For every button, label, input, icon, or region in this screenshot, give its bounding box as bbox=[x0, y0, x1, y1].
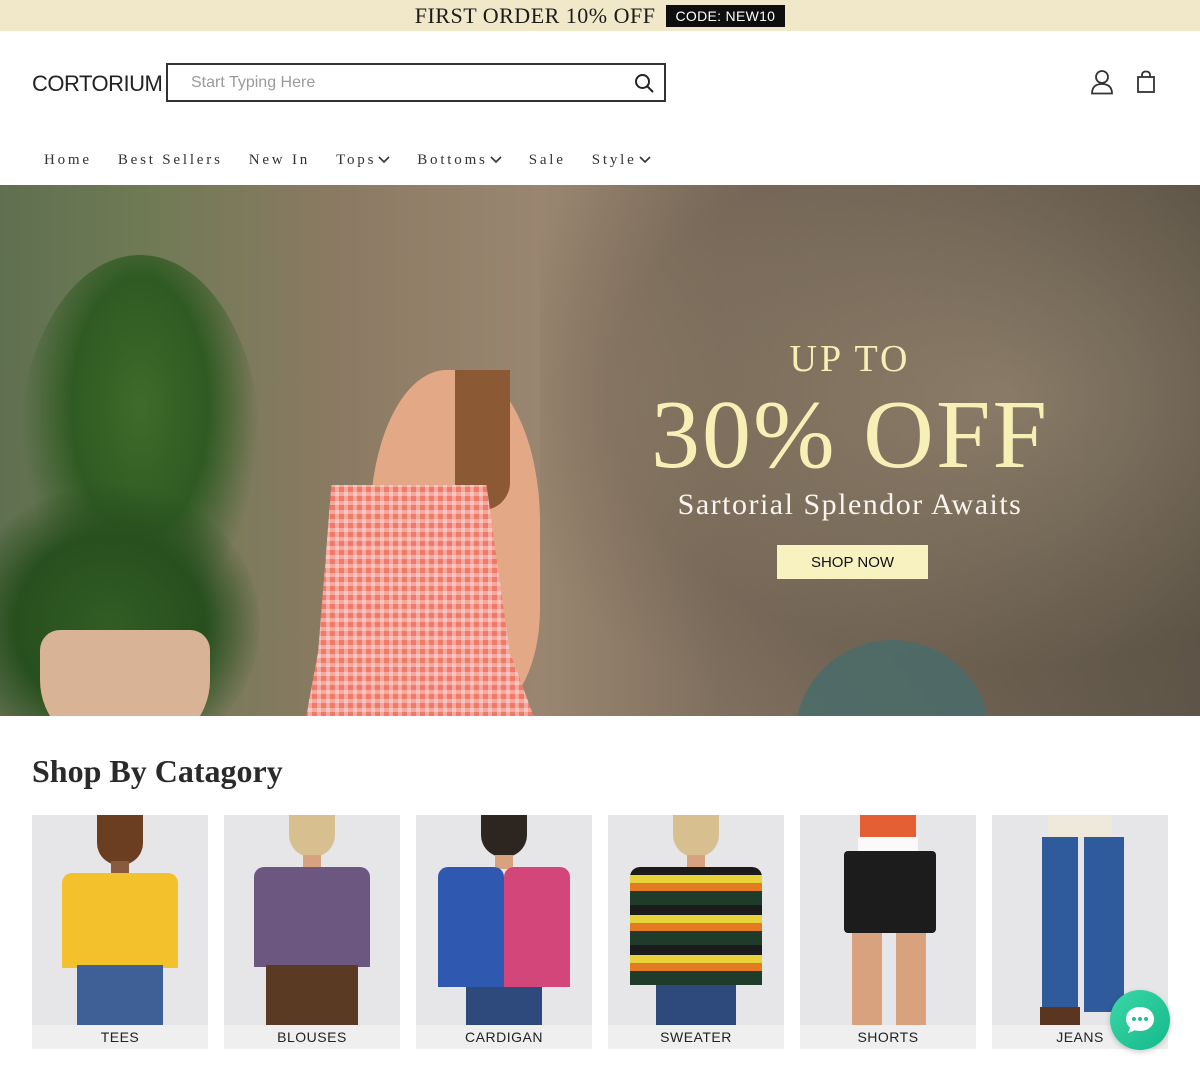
hero-copy: UP TO 30% OFF Sartorial Splendor Awaits bbox=[640, 340, 1060, 522]
category-image-cardigan bbox=[416, 815, 592, 1025]
nav-item-bottoms[interactable]: Bottoms bbox=[417, 152, 502, 169]
category-label: BLOUSES bbox=[224, 1025, 400, 1049]
promo-code-badge: CODE: NEW10 bbox=[665, 4, 786, 27]
category-label: SWEATER bbox=[608, 1025, 784, 1049]
category-label: SHORTS bbox=[800, 1025, 976, 1049]
search-input[interactable] bbox=[168, 65, 624, 100]
nav-item-home[interactable]: Home bbox=[44, 152, 92, 169]
chevron-down-icon bbox=[490, 156, 502, 164]
category-image-tees bbox=[32, 815, 208, 1025]
shop-now-button[interactable]: SHOP NOW bbox=[777, 545, 928, 579]
category-label: CARDIGAN bbox=[416, 1025, 592, 1049]
nav-item-tops[interactable]: Tops bbox=[336, 152, 391, 169]
category-card-tees[interactable]: TEES bbox=[32, 815, 208, 1049]
nav-item-label: Tops bbox=[336, 151, 377, 168]
nav-item-label: New In bbox=[248, 151, 311, 168]
chat-button[interactable] bbox=[1110, 990, 1170, 1050]
site-header: CORTORIUM bbox=[0, 31, 1200, 135]
chevron-down-icon bbox=[378, 156, 390, 164]
search-bar bbox=[166, 63, 666, 102]
chevron-down-icon bbox=[638, 156, 651, 164]
site-logo[interactable]: CORTORIUM bbox=[32, 71, 163, 97]
hero-urn bbox=[40, 630, 210, 716]
promo-text: FIRST ORDER 10% OFF bbox=[414, 2, 656, 28]
chat-bubble-icon bbox=[1126, 1007, 1154, 1033]
category-grid: TEES BLOUSES CARDIGAN SWEATER SHORTS JEA… bbox=[32, 815, 1168, 1049]
shopping-bag-icon bbox=[1137, 70, 1155, 93]
category-section-title: Shop By Catagory bbox=[32, 753, 283, 789]
search-button[interactable] bbox=[624, 65, 664, 100]
hero-subtitle: Sartorial Splendor Awaits bbox=[677, 488, 1023, 521]
nav-item-sale[interactable]: Sale bbox=[529, 152, 566, 169]
nav-item-label: Best Sellers bbox=[117, 151, 223, 168]
category-image-blouses bbox=[224, 815, 400, 1025]
nav-item-label: Sale bbox=[528, 151, 566, 168]
nav-item-best-sellers[interactable]: Best Sellers bbox=[118, 152, 223, 169]
category-label: TEES bbox=[32, 1025, 208, 1049]
nav-item-label: Bottoms bbox=[417, 151, 488, 168]
hero-discount-text: 30% OFF bbox=[651, 381, 1049, 489]
category-card-cardigan[interactable]: CARDIGAN bbox=[416, 815, 592, 1049]
category-image-sweater bbox=[608, 815, 784, 1025]
hero-upto-text: UP TO bbox=[789, 338, 911, 380]
category-card-sweater[interactable]: SWEATER bbox=[608, 815, 784, 1049]
promo-bar: FIRST ORDER 10% OFF CODE: NEW10 bbox=[0, 0, 1200, 31]
nav-item-style[interactable]: Style bbox=[592, 152, 652, 169]
category-image-shorts bbox=[800, 815, 976, 1025]
category-card-shorts[interactable]: SHORTS bbox=[800, 815, 976, 1049]
nav-item-label: Home bbox=[44, 151, 92, 168]
category-card-blouses[interactable]: BLOUSES bbox=[224, 815, 400, 1049]
nav-item-new-in[interactable]: New In bbox=[249, 152, 310, 169]
nav-item-label: Style bbox=[591, 151, 637, 168]
account-icon bbox=[1091, 70, 1113, 95]
search-icon bbox=[635, 73, 654, 92]
cart-button[interactable] bbox=[1133, 69, 1159, 95]
account-button[interactable] bbox=[1089, 69, 1115, 95]
main-nav: Home Best Sellers New In Tops Bottoms Sa… bbox=[0, 135, 1200, 185]
